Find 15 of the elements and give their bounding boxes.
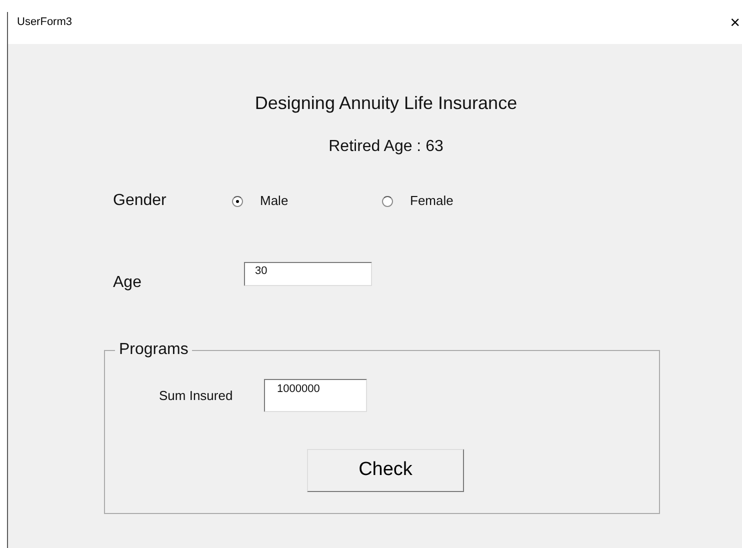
age-label: Age <box>113 273 142 293</box>
window-title: UserForm3 <box>17 14 72 30</box>
close-button[interactable]: × <box>729 14 741 30</box>
gender-label: Gender <box>113 191 168 211</box>
check-button[interactable]: Check <box>307 449 464 492</box>
retired-age-label: Retired Age : 63 <box>328 137 444 157</box>
radio-label: Male <box>260 192 288 210</box>
radio-button[interactable] <box>232 196 243 206</box>
form-heading: Designing Annuity Life Insurance <box>254 92 518 115</box>
group-title: Programs <box>115 340 192 360</box>
sum-insured-label: Sum Insured <box>159 386 234 405</box>
radio-button[interactable] <box>382 196 393 206</box>
radio-label: Female <box>410 192 454 210</box>
sum-insured-field[interactable]: 1000000 <box>264 379 367 412</box>
age-field[interactable]: 30 <box>244 262 372 286</box>
